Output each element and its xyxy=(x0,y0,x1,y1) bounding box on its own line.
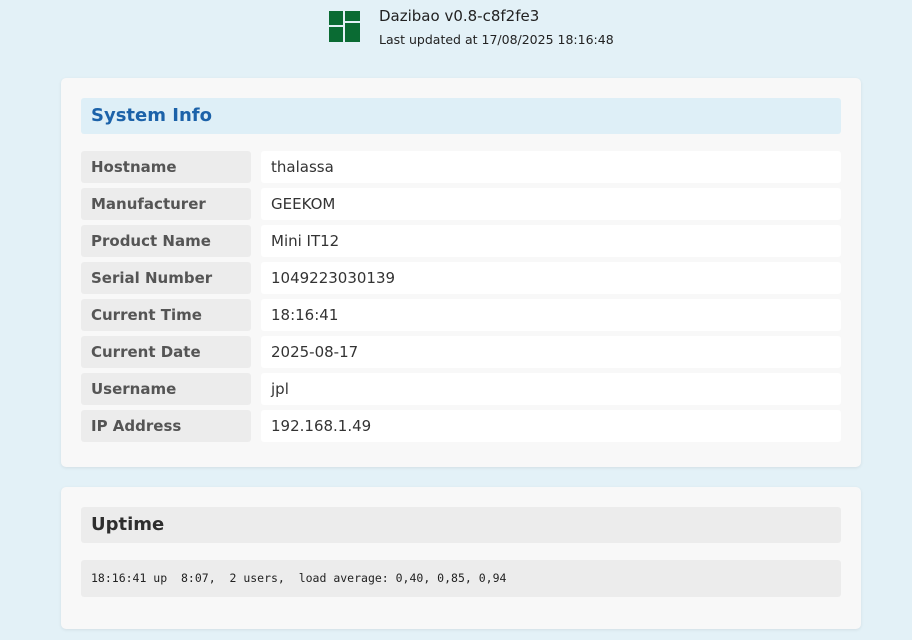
info-label: Username xyxy=(81,373,251,405)
info-label: Serial Number xyxy=(81,262,251,294)
info-value: Mini IT12 xyxy=(261,225,841,257)
info-value: thalassa xyxy=(261,151,841,183)
info-row-manufacturer: Manufacturer GEEKOM xyxy=(81,188,841,220)
info-value: jpl xyxy=(261,373,841,405)
info-label: Manufacturer xyxy=(81,188,251,220)
uptime-output: 18:16:41 up 8:07, 2 users, load average:… xyxy=(81,560,841,597)
info-row-username: Username jpl xyxy=(81,373,841,405)
info-row-current-date: Current Date 2025-08-17 xyxy=(81,336,841,368)
dashboard-tiles-icon xyxy=(329,11,360,42)
system-info-card: System Info Hostname thalassa Manufactur… xyxy=(61,78,861,467)
uptime-card: Uptime 18:16:41 up 8:07, 2 users, load a… xyxy=(61,487,861,629)
info-row-product-name: Product Name Mini IT12 xyxy=(81,225,841,257)
info-row-serial-number: Serial Number 1049223030139 xyxy=(81,262,841,294)
info-label: Current Date xyxy=(81,336,251,368)
info-label: Hostname xyxy=(81,151,251,183)
info-row-hostname: Hostname thalassa xyxy=(81,151,841,183)
info-label: IP Address xyxy=(81,410,251,442)
uptime-title: Uptime xyxy=(81,507,841,543)
info-value: GEEKOM xyxy=(261,188,841,220)
last-updated-text: Last updated at 17/08/2025 18:16:48 xyxy=(379,32,614,47)
info-value: 192.168.1.49 xyxy=(261,410,841,442)
info-row-current-time: Current Time 18:16:41 xyxy=(81,299,841,331)
info-value: 18:16:41 xyxy=(261,299,841,331)
app-title: Dazibao v0.8-c8f2fe3 xyxy=(379,7,540,25)
info-label: Product Name xyxy=(81,225,251,257)
info-value: 2025-08-17 xyxy=(261,336,841,368)
info-value: 1049223030139 xyxy=(261,262,841,294)
page-header: Dazibao v0.8-c8f2fe3 Last updated at 17/… xyxy=(0,0,912,60)
info-row-ip-address: IP Address 192.168.1.49 xyxy=(81,410,841,442)
system-info-title: System Info xyxy=(81,98,841,134)
info-label: Current Time xyxy=(81,299,251,331)
